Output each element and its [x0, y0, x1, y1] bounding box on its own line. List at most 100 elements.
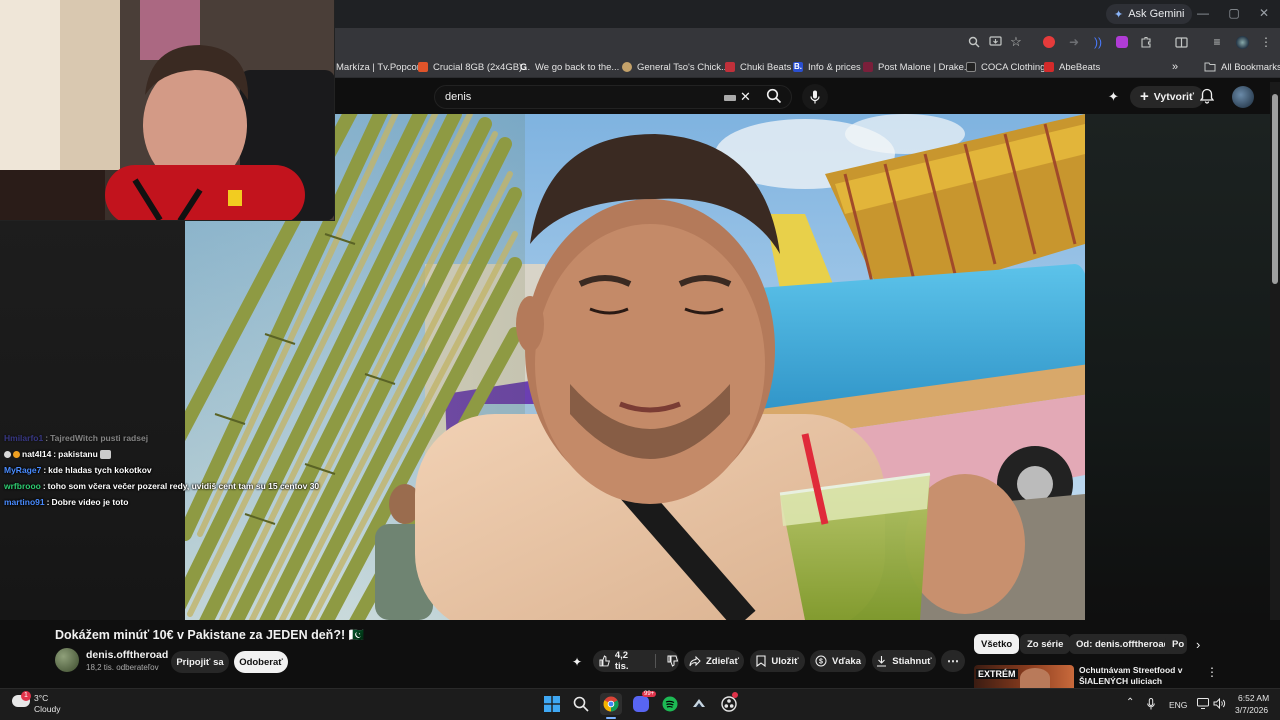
chat-message: nat4l14 : pakistanu [4, 446, 344, 462]
chat-badge-icon [13, 450, 20, 458]
subscriber-count: 18,2 tis. odberateľov [86, 663, 159, 672]
chat-colon: : [43, 465, 47, 475]
bookmark-label: General Tso's Chick... [637, 61, 729, 73]
bookmark-label: We go back to the... [535, 61, 620, 73]
chat-colon: : [46, 497, 50, 507]
chat-username: martino91 [4, 497, 45, 507]
download-button[interactable]: Stiahnuť [872, 650, 936, 672]
network-icon[interactable] [1197, 698, 1209, 709]
extension-wave-icon[interactable]: )) [1090, 34, 1106, 50]
install-app-icon[interactable] [987, 34, 1003, 50]
share-label: Zdieľať [705, 655, 740, 667]
discord-taskbar-icon[interactable]: 99+ [630, 691, 657, 715]
channel-name[interactable]: denis.offtheroad [86, 649, 168, 661]
extensions-puzzle-icon[interactable] [1138, 34, 1154, 50]
extension-red-icon[interactable] [1041, 34, 1057, 50]
bookmark-favicon-icon [863, 62, 873, 72]
bookmark-favicon-icon [966, 62, 976, 72]
gaming-share-icon[interactable]: ✦ [572, 655, 582, 669]
close-icon[interactable]: ✕ [1256, 5, 1272, 21]
svg-text:$: $ [819, 659, 823, 666]
like-button[interactable]: 4,2 tis. [599, 650, 644, 672]
stream-left-panel [0, 221, 185, 620]
bookmark-item[interactable]: Crucial 8GB (2x4GB)... [418, 59, 530, 75]
bookmark-item[interactable]: COCA Clothing [966, 59, 1045, 75]
tray-overflow-chevron-icon[interactable]: ⌃ [1126, 697, 1134, 708]
clear-search-icon[interactable]: ✕ [740, 89, 751, 105]
voice-search-button[interactable] [802, 84, 828, 110]
search-input[interactable]: denis [434, 85, 792, 109]
bookmark-star-icon[interactable]: ☆ [1008, 34, 1024, 50]
language-indicator[interactable]: ENG [1169, 700, 1187, 710]
bookmark-item[interactable]: AbeBeats [1044, 59, 1100, 75]
clock-time[interactable]: 6:52 AM [1238, 693, 1269, 703]
create-button[interactable]: + Vytvoriť [1130, 86, 1205, 108]
join-button[interactable]: Pripojiť sa [171, 651, 229, 673]
chat-badge-icon [4, 450, 11, 458]
bookmark-item[interactable]: Markíza | Tv.Popcor... [336, 59, 427, 75]
ask-gemini-button[interactable]: ✦ Ask Gemini [1106, 4, 1193, 24]
extension-arrow-icon[interactable]: ➜ [1066, 34, 1082, 50]
bookmark-item[interactable]: Chuki Beats [725, 59, 791, 75]
obs-taskbar-icon[interactable] [718, 692, 740, 715]
weather-desc: Cloudy [34, 704, 61, 714]
taskbar-search-icon[interactable] [570, 693, 592, 715]
chip-more[interactable]: Po [1165, 634, 1187, 654]
steam-taskbar-icon[interactable] [688, 693, 710, 715]
share-button[interactable]: Zdieľať [684, 650, 744, 672]
keyboard-icon[interactable] [724, 95, 736, 101]
thumbs-down-icon [667, 655, 679, 667]
thumbnail-text: EXTRÉM [976, 669, 1018, 679]
weather-widget[interactable]: 1 3°C Cloudy [10, 691, 80, 717]
volume-icon[interactable] [1213, 698, 1226, 709]
bookmark-item[interactable]: B. Info & prices [793, 59, 861, 75]
create-label: Vytvoriť [1153, 91, 1195, 103]
gemini-sparkle-icon: ✦ [1114, 8, 1124, 21]
subscribed-button[interactable]: Odoberať [234, 651, 288, 673]
notifications-bell-icon[interactable] [1200, 88, 1214, 104]
plus-icon: + [1140, 88, 1149, 105]
more-actions-button[interactable]: ⋯ [941, 650, 965, 672]
chip-series[interactable]: Zo série [1020, 634, 1071, 654]
bookmark-item[interactable]: General Tso's Chick... [622, 59, 729, 75]
chip-label: Od: denis.offtheroad [1076, 638, 1170, 650]
bookmarks-overflow-icon[interactable]: » [1172, 59, 1178, 75]
chips-next-chevron-icon[interactable]: › [1196, 637, 1200, 652]
bookmark-item[interactable]: Post Malone | Drake... [863, 59, 972, 75]
minimize-icon[interactable]: — [1195, 5, 1211, 21]
chrome-taskbar-icon[interactable] [600, 693, 622, 715]
extension-purple-icon[interactable] [1114, 34, 1130, 50]
chip-label: Zo série [1027, 638, 1064, 650]
channel-avatar[interactable] [55, 648, 79, 672]
search-button[interactable] [766, 88, 782, 104]
restore-icon[interactable]: ▢ [1226, 5, 1242, 21]
scrollbar-thumb[interactable] [1272, 94, 1278, 284]
profile-avatar-icon[interactable] [1234, 34, 1250, 50]
chrome-active-indicator [606, 717, 616, 719]
thumbnail-face [1020, 668, 1050, 688]
tray-microphone-icon[interactable] [1147, 698, 1155, 710]
dislike-button[interactable] [667, 655, 679, 667]
gaming-icon[interactable]: ✦ [1108, 89, 1119, 105]
bookmark-favicon-icon [725, 62, 735, 72]
thanks-button[interactable]: $ Vďaka [810, 650, 866, 672]
thanks-dollar-icon: $ [815, 655, 827, 667]
chip-all[interactable]: Všetko [974, 634, 1020, 654]
stream-chat: Hmilarfo1 : TajredWitch pusti radsej nat… [4, 430, 344, 510]
zoom-icon[interactable] [966, 34, 982, 50]
spotify-taskbar-icon[interactable] [659, 693, 681, 715]
account-avatar[interactable] [1232, 86, 1254, 108]
windows-start-icon[interactable] [541, 693, 563, 715]
chip-from-channel[interactable]: Od: denis.offtheroad [1069, 634, 1177, 654]
chrome-menu-icon[interactable]: ⋮ [1258, 34, 1274, 50]
chat-text: toho som včera večer pozeral redy, uvidi… [47, 481, 320, 491]
clock-date[interactable]: 3/7/2026 [1235, 705, 1268, 715]
split-view-icon[interactable] [1173, 34, 1189, 50]
all-bookmarks-button[interactable]: All Bookmarks [1204, 59, 1280, 75]
bookmark-item[interactable]: G We go back to the... [520, 59, 619, 75]
recommended-more-icon[interactable]: ⋮ [1206, 665, 1218, 679]
recommended-thumbnail[interactable]: EXTRÉM [974, 665, 1074, 688]
like-dislike-group: 4,2 tis. [593, 650, 679, 672]
save-button[interactable]: Uložiť [750, 650, 805, 672]
reading-list-icon[interactable]: ≡ [1209, 34, 1225, 50]
